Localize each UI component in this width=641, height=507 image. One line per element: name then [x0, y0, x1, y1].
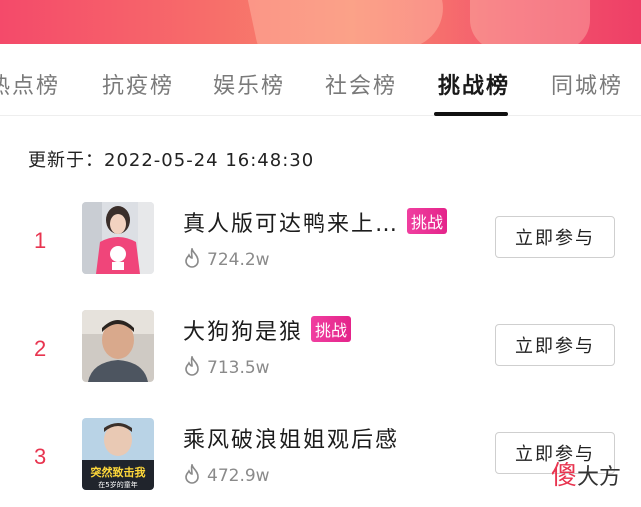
watermark-first-char: 傻	[551, 461, 578, 491]
heat-value: 713.5w	[207, 358, 270, 378]
tab-society[interactable]: 社会榜	[325, 68, 397, 99]
rank-number: 2	[34, 336, 47, 361]
challenge-title[interactable]: 真人版可达鸭来上… 挑战	[183, 206, 448, 238]
challenge-title[interactable]: 乘风破浪姐姐观后感	[183, 422, 399, 454]
tab-hot[interactable]: 热点榜	[0, 68, 60, 99]
tab-epidemic[interactable]: 抗疫榜	[102, 68, 174, 99]
join-button[interactable]: 立即参与	[495, 216, 615, 258]
heat-count: 713.5w	[183, 354, 270, 378]
heat-count: 724.2w	[183, 246, 270, 270]
header-banner	[0, 0, 641, 44]
challenge-badge: 挑战	[311, 316, 352, 342]
flame-icon	[185, 462, 199, 484]
tab-entertainment[interactable]: 娱乐榜	[213, 68, 285, 99]
heat-count: 472.9w	[183, 462, 270, 486]
rank-number: 1	[34, 228, 47, 253]
challenge-badge: 挑战	[407, 208, 448, 234]
tab-local[interactable]: 同城榜	[551, 68, 623, 99]
flame-icon	[185, 246, 199, 268]
challenge-title-text: 乘风破浪姐姐观后感	[183, 428, 400, 453]
thumbnail[interactable]	[82, 310, 154, 382]
join-button[interactable]: 立即参与	[495, 324, 615, 366]
challenge-title-text: 真人版可达鸭来上…	[183, 212, 400, 237]
active-tab-indicator	[434, 112, 508, 116]
rank-number: 3	[34, 444, 47, 469]
thumbnail[interactable]	[82, 202, 154, 274]
challenge-title-text: 大狗狗是狼	[183, 320, 304, 345]
thumbnail[interactable]: 突然致击我 在5岁的童年	[82, 418, 154, 490]
watermark-rest: 大方	[577, 465, 622, 490]
list-item[interactable]: 1 真人版可达鸭来上… 挑战 724.2w 立即参与	[0, 202, 641, 292]
ranking-tabs: 热点榜 抗疫榜 娱乐榜 社会榜 挑战榜 同城榜	[0, 44, 641, 116]
update-timestamp: 更新于：2022-05-24 16:48:30	[28, 150, 315, 171]
list-item[interactable]: 3 突然致击我 在5岁的童年 乘风破浪姐姐观后感 472.9w 立即参与	[0, 418, 641, 507]
thumb-caption-line-2: 在5岁的童年	[98, 480, 137, 489]
heat-value: 472.9w	[207, 466, 270, 486]
challenge-title[interactable]: 大狗狗是狼 挑战	[183, 314, 352, 346]
watermark: 傻大方	[551, 455, 621, 492]
flame-icon	[185, 354, 199, 376]
list-item[interactable]: 2 大狗狗是狼 挑战 713.5w 立即参与	[0, 310, 641, 400]
tab-challenge[interactable]: 挑战榜	[438, 68, 510, 99]
thumb-caption-line-1: 突然致击我	[91, 465, 146, 479]
heat-value: 724.2w	[207, 250, 270, 270]
